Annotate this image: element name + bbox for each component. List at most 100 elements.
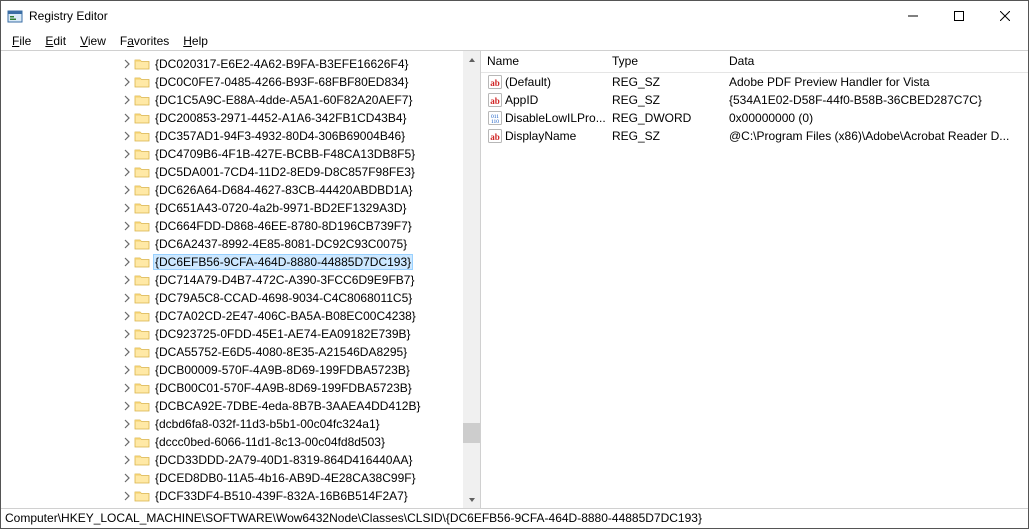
tree-item-label: {DC714A79-D4B7-472C-A390-3FCC6D9E9FB7} [153,273,416,287]
expand-chevron-icon[interactable] [121,77,133,87]
tree-item[interactable]: {DC6EFB56-9CFA-464D-8880-44885D7DC193} [1,253,480,271]
tree-item[interactable]: {DC79A5C8-CCAD-4698-9034-C4C8068011C5} [1,289,480,307]
scroll-track[interactable] [463,68,480,491]
maximize-button[interactable] [936,1,982,31]
tree-item[interactable]: {DCA55752-E6D5-4080-8E35-A21546DA8295} [1,343,480,361]
value-type: REG_SZ [606,93,723,107]
registry-tree[interactable]: {DC020317-E6E2-4A62-B9FA-B3EFE16626F4}{D… [1,51,480,505]
value-row[interactable]: DisplayNameREG_SZ@C:\Program Files (x86)… [481,127,1028,145]
tree-item[interactable]: {DC714A79-D4B7-472C-A390-3FCC6D9E9FB7} [1,271,480,289]
menu-file[interactable]: File [5,33,38,49]
expand-chevron-icon[interactable] [121,131,133,141]
expand-chevron-icon[interactable] [121,455,133,465]
folder-icon [134,362,150,378]
tree-item[interactable]: {DC357AD1-94F3-4932-80D4-306B69004B46} [1,127,480,145]
tree-item[interactable]: {dcbd6fa8-032f-11d3-b5b1-00c04fc324a1} [1,415,480,433]
expand-chevron-icon[interactable] [121,239,133,249]
tree-item[interactable]: {DC6A2437-8992-4E85-8081-DC92C93C0075} [1,235,480,253]
tree-item[interactable]: {DC664FDD-D868-46EE-8780-8D196CB739F7} [1,217,480,235]
tree-item[interactable]: {DC626A64-D684-4627-83CB-44420ABDBD1A} [1,181,480,199]
tree-item[interactable]: {DC4709B6-4F1B-427E-BCBB-F48CA13DB8F5} [1,145,480,163]
expand-chevron-icon[interactable] [121,419,133,429]
folder-icon [134,416,150,432]
scroll-thumb[interactable] [463,423,480,443]
expand-chevron-icon[interactable] [121,167,133,177]
tree-item[interactable]: {DCED8DB0-11A5-4b16-AB9D-4E28CA38C99F} [1,469,480,487]
tree-item[interactable]: {DCF33DF4-B510-439F-832A-16B6B514F2A7} [1,487,480,505]
tree-item-label: {DC923725-0FDD-45E1-AE74-EA09182E739B} [153,327,413,341]
value-row[interactable]: AppIDREG_SZ{534A1E02-D58F-44f0-B58B-36CB… [481,91,1028,109]
expand-chevron-icon[interactable] [121,203,133,213]
value-name: (Default) [505,75,551,89]
list-body[interactable]: (Default) REG_SZAdobe PDF Preview Handler… [481,73,1028,145]
value-data: {534A1E02-D58F-44f0-B58B-36CBED287C7C} [723,93,1028,107]
expand-chevron-icon[interactable] [121,347,133,357]
expand-chevron-icon[interactable] [121,149,133,159]
expand-chevron-icon[interactable] [121,95,133,105]
expand-chevron-icon[interactable] [121,383,133,393]
tree-item[interactable]: {DCBCA92E-7DBE-4eda-8B7B-3AAEA4DD412B} [1,397,480,415]
menu-help[interactable]: Help [176,33,215,49]
column-header-type[interactable]: Type [606,51,723,72]
folder-icon [134,380,150,396]
expand-chevron-icon[interactable] [121,275,133,285]
tree-item[interactable]: {DCD33DDD-2A79-40D1-8319-864D416440AA} [1,451,480,469]
tree-item-label: {DCD33DDD-2A79-40D1-8319-864D416440AA} [153,453,415,467]
app-icon [7,8,23,24]
minimize-button[interactable] [890,1,936,31]
tree-item[interactable]: {DC1C5A9C-E88A-4dde-A5A1-60F82A20AEF7} [1,91,480,109]
folder-icon [134,398,150,414]
folder-icon [134,290,150,306]
tree-item-label: {DCBCA92E-7DBE-4eda-8B7B-3AAEA4DD412B} [153,399,422,413]
tree-item[interactable]: {DC200853-2971-4452-A1A6-342FB1CD43B4} [1,109,480,127]
tree-item-label: {dcbd6fa8-032f-11d3-b5b1-00c04fc324a1} [153,417,382,431]
folder-icon [134,110,150,126]
expand-chevron-icon[interactable] [121,365,133,375]
folder-icon [134,434,150,450]
tree-item[interactable]: {DC020317-E6E2-4A62-B9FA-B3EFE16626F4} [1,55,480,73]
tree-item-label: {DC1C5A9C-E88A-4dde-A5A1-60F82A20AEF7} [153,93,414,107]
expand-chevron-icon[interactable] [121,473,133,483]
scroll-down-button[interactable] [463,491,480,508]
tree-scrollbar[interactable] [463,51,480,508]
tree-item[interactable]: {DC0C0FE7-0485-4266-B93F-68FBF80ED834} [1,73,480,91]
menu-edit[interactable]: Edit [38,33,73,49]
tree-item-label: {DC5DA001-7CD4-11D2-8ED9-D8C857F98FE3} [153,165,417,179]
expand-chevron-icon[interactable] [121,437,133,447]
scroll-up-button[interactable] [463,51,480,68]
tree-item[interactable]: {dccc0bed-6066-11d1-8c13-00c04fd8d503} [1,433,480,451]
value-data: Adobe PDF Preview Handler for Vista [723,75,1028,89]
expand-chevron-icon[interactable] [121,491,133,501]
string-value-icon [487,92,503,108]
menu-favorites[interactable]: Favorites [113,33,176,49]
folder-icon [134,218,150,234]
expand-chevron-icon[interactable] [121,293,133,303]
expand-chevron-icon[interactable] [121,311,133,321]
close-button[interactable] [982,1,1028,31]
tree-item[interactable]: {DCB00C01-570F-4A9B-8D69-199FDBA5723B} [1,379,480,397]
expand-chevron-icon[interactable] [121,185,133,195]
binary-value-icon [487,110,503,126]
tree-item[interactable]: {DC7A02CD-2E47-406C-BA5A-B08EC00C4238} [1,307,480,325]
tree-item[interactable]: {DC923725-0FDD-45E1-AE74-EA09182E739B} [1,325,480,343]
column-header-data[interactable]: Data [723,51,1028,72]
value-row[interactable]: DisableLowILPro...REG_DWORD0x00000000 (0… [481,109,1028,127]
menu-view[interactable]: View [73,33,113,49]
tree-item[interactable]: {DC651A43-0720-4a2b-9971-BD2EF1329A3D} [1,199,480,217]
expand-chevron-icon[interactable] [121,221,133,231]
expand-chevron-icon[interactable] [121,59,133,69]
expand-chevron-icon[interactable] [121,329,133,339]
tree-item[interactable]: {DCB00009-570F-4A9B-8D69-199FDBA5723B} [1,361,480,379]
folder-icon [134,344,150,360]
tree-pane: {DC020317-E6E2-4A62-B9FA-B3EFE16626F4}{D… [1,51,481,508]
value-type: REG_SZ [606,75,723,89]
folder-icon [134,200,150,216]
expand-chevron-icon[interactable] [121,257,133,267]
tree-item[interactable]: {DC5DA001-7CD4-11D2-8ED9-D8C857F98FE3} [1,163,480,181]
value-row[interactable]: (Default) REG_SZAdobe PDF Preview Handler… [481,73,1028,91]
expand-chevron-icon[interactable] [121,113,133,123]
expand-chevron-icon[interactable] [121,401,133,411]
folder-icon [134,92,150,108]
value-data: @C:\Program Files (x86)\Adobe\Acrobat Re… [723,129,1028,143]
column-header-name[interactable]: Name [481,51,606,72]
